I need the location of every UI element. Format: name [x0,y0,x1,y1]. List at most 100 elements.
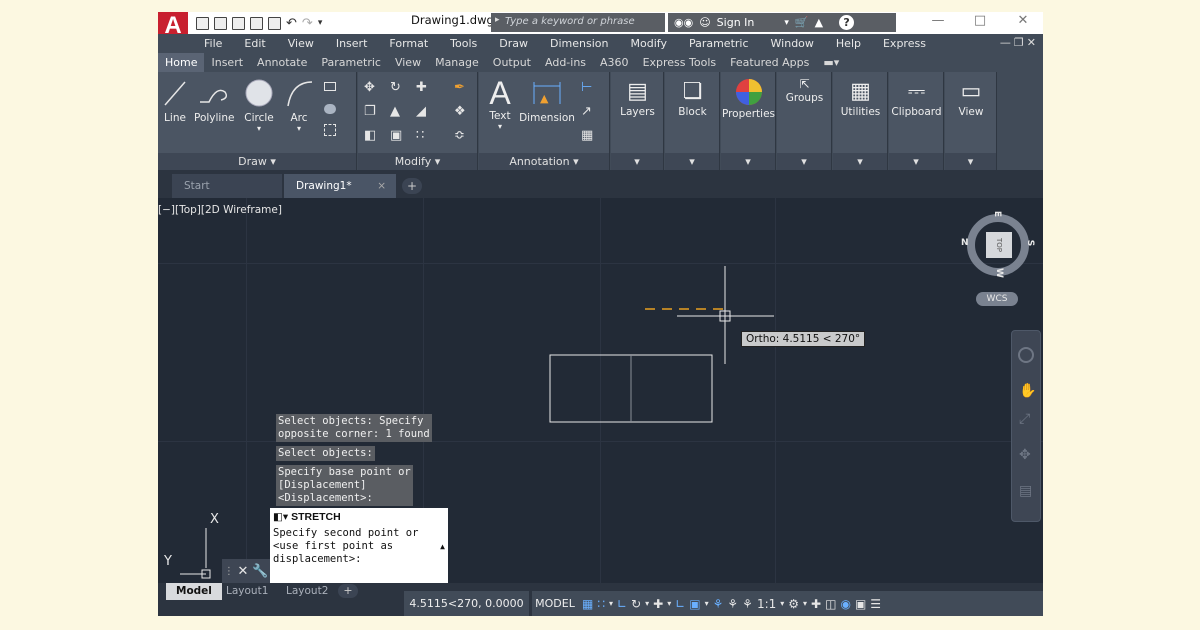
linear-dim-icon[interactable]: ⊢ [581,80,595,95]
user-icon[interactable]: ☺ [699,16,710,29]
stretch-icon[interactable]: ◧ [364,128,378,143]
annotation-scale-dropdown-icon[interactable]: ▾ [780,599,784,608]
orbit-icon[interactable]: ✥ [1019,447,1031,463]
customization-menu-icon[interactable]: ☰ [870,597,881,611]
menu-window[interactable]: Window [760,37,825,50]
document-window-controls[interactable]: —❐✕ [1000,36,1039,49]
showmotion-icon[interactable]: ▤ [1019,483,1032,499]
command-line-input[interactable]: ◧▾ STRETCH Specify second point or <use … [270,508,448,583]
object-snap-dropdown-icon[interactable]: ▾ [705,599,709,608]
fillet-icon[interactable]: ◢ [416,104,430,119]
qat-dropdown-icon[interactable]: ▾ [318,18,323,28]
sign-in-button[interactable]: Sign In [717,16,755,29]
ribbon-options-icon[interactable]: ▬▾ [816,53,846,72]
block-dropdown-icon[interactable]: ▾ [665,153,719,170]
zoom-extents-icon[interactable]: ⤢ [1019,411,1030,427]
hatch-icon[interactable] [324,104,336,114]
menu-dimension[interactable]: Dimension [539,37,619,50]
hardware-acceleration-icon[interactable]: ◉ [840,597,850,611]
annotation-visibility-icon[interactable]: ⚘ [713,597,724,611]
open-file-icon[interactable] [214,16,227,30]
menu-parametric[interactable]: Parametric [678,37,760,50]
annotation-scale-label[interactable]: 1:1 [757,597,776,611]
new-tab-button[interactable]: + [402,178,422,194]
command-grip-icon[interactable]: ⋮ [224,566,234,577]
clipboard-dropdown-icon[interactable]: ▾ [889,153,943,170]
annotation-monitor-icon[interactable]: ✚ [811,597,821,611]
add-layout-button[interactable]: + [338,584,358,598]
save-icon[interactable] [232,16,245,30]
view-dropdown-icon[interactable]: ▾ [945,153,996,170]
save-as-icon[interactable] [250,16,263,30]
rectangle-icon[interactable] [324,82,336,91]
scale-icon[interactable]: ▣ [390,128,404,143]
clean-screen-icon[interactable]: ▣ [855,597,866,611]
menu-draw[interactable]: Draw [488,37,539,50]
customize-wrench-icon[interactable]: 🔧 [252,564,268,579]
boundary-icon[interactable] [324,124,336,136]
compass-east[interactable]: E [992,211,1002,217]
mirror-icon[interactable]: ▲ [390,104,404,119]
polar-icon[interactable]: ↻ [631,597,641,611]
tab-add-ins[interactable]: Add-ins [538,53,593,72]
block-panel[interactable]: ❏ Block ▾ [665,72,720,170]
compass-north[interactable]: N [961,238,969,248]
close-tab-icon[interactable]: × [377,174,386,198]
offset-icon[interactable]: ≎ [454,128,468,143]
leader-icon[interactable]: ↗ [581,104,595,119]
isolate-objects-icon[interactable]: ◫ [825,597,836,611]
menu-modify[interactable]: Modify [620,37,678,50]
help-button[interactable]: ? [839,15,855,30]
polyline-button[interactable]: Polyline [194,78,234,124]
tab-view[interactable]: View [388,53,428,72]
wcs-menu[interactable]: WCS [976,292,1018,306]
command-history-toggle-icon[interactable]: ▲ [440,540,445,553]
explode-icon[interactable]: ❖ [454,104,468,119]
undo-icon[interactable]: ↶ [286,16,297,31]
groups-panel[interactable]: ⇱ Groups ▾ [777,72,832,170]
clipboard-panel[interactable]: ⎓ Clipboard ▾ [889,72,944,170]
tab-featured-apps[interactable]: Featured Apps [723,53,816,72]
isometric-icon[interactable]: ✚ [653,597,663,611]
steering-wheel-icon[interactable] [1018,347,1034,363]
grid-icon[interactable]: ▦ [582,597,593,611]
object-snap-tracking-icon[interactable]: ∟ [675,597,685,611]
draw-panel-title[interactable]: Draw ▾ [158,153,356,170]
layers-dropdown-icon[interactable]: ▾ [611,153,663,170]
properties-panel[interactable]: Properties ▾ [721,72,776,170]
tab-layout1[interactable]: Layout1 [216,583,278,600]
search-input[interactable]: Type a keyword or phrase [491,13,665,32]
view-panel[interactable]: ▭ View ▾ [945,72,997,170]
sign-in-dropdown-icon[interactable]: ▾ [784,18,789,28]
tab-parametric[interactable]: Parametric [314,53,388,72]
utilities-dropdown-icon[interactable]: ▾ [833,153,887,170]
isometric-dropdown-icon[interactable]: ▾ [667,599,671,608]
drawing-canvas[interactable]: [−][Top][2D Wireframe] X Y Ortho: 4.5115… [158,198,1043,583]
menu-insert[interactable]: Insert [325,37,379,50]
groups-dropdown-icon[interactable]: ▾ [777,153,831,170]
workspace-gear-icon[interactable]: ⚙ [788,597,799,611]
arc-dropdown-icon[interactable]: ▾ [284,124,314,133]
polar-dropdown-icon[interactable]: ▾ [645,599,649,608]
menu-edit[interactable]: Edit [233,37,276,50]
minimize-button[interactable]: — [918,12,958,32]
snap-dropdown-icon[interactable]: ▾ [609,599,613,608]
properties-button[interactable]: Properties [721,78,776,120]
dimension-button[interactable]: ▲ Dimension [519,78,575,124]
layers-panel[interactable]: ▤ Layers ▾ [611,72,664,170]
compass-south[interactable]: S [1025,240,1035,246]
tab-start[interactable]: Start [172,174,282,198]
tab-drawing1[interactable]: Drawing1* × [284,174,396,198]
line-button[interactable]: Line [162,78,188,124]
rotate-icon[interactable]: ↻ [390,80,404,95]
table-icon[interactable]: ▦ [581,128,595,143]
menu-format[interactable]: Format [378,37,439,50]
ortho-icon[interactable]: ∟ [617,597,627,611]
tab-insert[interactable]: Insert [204,53,250,72]
layers-button[interactable]: ▤ Layers [611,78,664,118]
tab-home[interactable]: Home [158,53,205,72]
tab-layout2[interactable]: Layout2 [276,583,338,600]
menu-view[interactable]: View [277,37,325,50]
close-command-icon[interactable]: ✕ [237,564,248,579]
block-button[interactable]: ❏ Block [665,78,720,118]
